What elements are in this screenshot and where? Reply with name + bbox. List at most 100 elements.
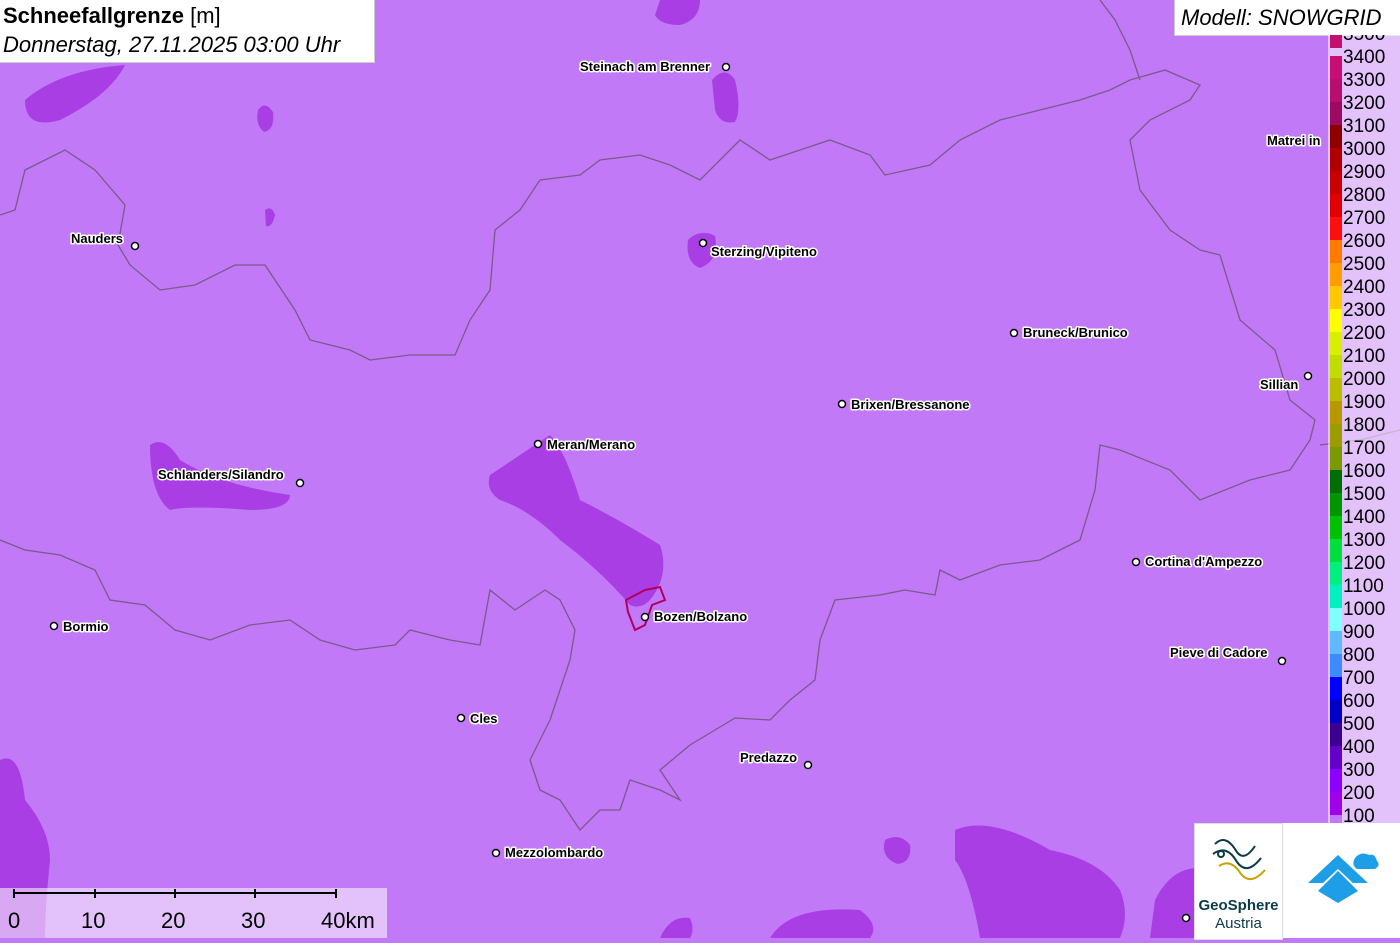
city-bruneck[interactable]: Bruneck/Brunico: [1009, 324, 1129, 342]
legend-swatch-2900: [1330, 171, 1342, 194]
city-bozen[interactable]: Bozen/Bolzano: [640, 608, 749, 626]
model-label: Modell: SNOWGRID: [1181, 5, 1382, 30]
svg-text:Brixen/Bressanone: Brixen/Bressanone: [851, 397, 970, 412]
legend-swatch-1600: [1330, 470, 1342, 493]
city-mezzolombardo[interactable]: Mezzolombardo: [491, 844, 605, 862]
legend-swatch-3400: [1330, 56, 1342, 79]
legend-label-2100: 2100: [1343, 346, 1386, 367]
legend-swatch-1300: [1330, 539, 1342, 562]
legend-label-2500: 2500: [1343, 254, 1386, 275]
legend-label-3200: 3200: [1343, 93, 1386, 114]
city-unnamed-marker: [1181, 913, 1191, 923]
legend-swatch-2800: [1330, 194, 1342, 217]
legend-label-3300: 3300: [1343, 70, 1386, 91]
svg-text:Mezzolombardo: Mezzolombardo: [505, 845, 603, 860]
scale-label-20: 20: [161, 908, 186, 933]
city-matrei[interactable]: Matrei in: [1266, 132, 1323, 150]
scale-label-30: 30: [241, 908, 266, 933]
legend-label-400: 400: [1343, 737, 1375, 758]
legend-label-2900: 2900: [1343, 162, 1386, 183]
scale-bar: 0 10 20 30 40km: [0, 888, 387, 938]
svg-text:Sillian: Sillian: [1260, 377, 1298, 392]
legend-label-3500: 3500: [1343, 35, 1385, 45]
svg-text:Bruneck/Brunico: Bruneck/Brunico: [1023, 325, 1128, 340]
svg-text:Pieve di Cadore: Pieve di Cadore: [1170, 645, 1268, 660]
geosphere-line2: Austria: [1215, 915, 1262, 932]
legend-label-3000: 3000: [1343, 139, 1386, 160]
city-cortina[interactable]: Cortina d'Ampezzo: [1131, 553, 1264, 571]
legend-label-1500: 1500: [1343, 484, 1386, 505]
title-unit: [m]: [190, 3, 221, 28]
geosphere-line1: GeoSphere: [1198, 897, 1279, 914]
title-bold: Schneefallgrenze: [3, 3, 184, 28]
arrow-cloud-icon: [1308, 853, 1379, 903]
legend-label-1700: 1700: [1343, 438, 1386, 459]
legend-swatch-500: [1330, 723, 1342, 746]
legend-label-2600: 2600: [1343, 231, 1386, 252]
legend-swatch-3500: [1330, 35, 1342, 48]
legend-swatch-800: [1330, 654, 1342, 677]
legend-label-1200: 1200: [1343, 553, 1386, 574]
legend-label-600: 600: [1343, 691, 1375, 712]
map-subtitle: Donnerstag, 27.11.2025 03:00 Uhr: [3, 32, 341, 57]
svg-text:Meran/Merano: Meran/Merano: [547, 437, 635, 452]
scale-label-0: 0: [8, 908, 21, 933]
city-steinach[interactable]: Steinach am Brenner: [579, 58, 731, 76]
legend-swatch-2600: [1330, 240, 1342, 263]
legend-swatch-3200: [1330, 102, 1342, 125]
legend-swatch-1500: [1330, 493, 1342, 516]
legend-swatch-2200: [1330, 332, 1342, 355]
legend-label-900: 900: [1343, 622, 1375, 643]
legend-label-800: 800: [1343, 645, 1375, 666]
legend-swatch-400: [1330, 746, 1342, 769]
legend-label-1900: 1900: [1343, 392, 1386, 413]
snowfall-map[interactable]: Steinach am Brenner Nauders Sterzing/Vip…: [0, 0, 1400, 938]
svg-text:Sterzing/Vipiteno: Sterzing/Vipiteno: [711, 244, 817, 259]
legend-label-2400: 2400: [1343, 277, 1386, 298]
legend-label-2000: 2000: [1343, 369, 1386, 390]
legend-label-300: 300: [1343, 760, 1375, 781]
svg-text:Schlanders/Silandro: Schlanders/Silandro: [158, 467, 284, 482]
city-meran[interactable]: Meran/Merano: [533, 436, 637, 454]
legend-label-2800: 2800: [1343, 185, 1386, 206]
legend-swatch-1700: [1330, 447, 1342, 470]
legend-swatch-1000: [1330, 608, 1342, 631]
geosphere-logo[interactable]: GeoSphere Austria: [1194, 823, 1283, 940]
geosphere-swirl-icon: [1212, 839, 1266, 881]
scale-label-10: 10: [81, 908, 106, 933]
legend-swatch-2300: [1330, 309, 1342, 332]
legend-swatch-3000: [1330, 148, 1342, 171]
legend-label-1000: 1000: [1343, 599, 1386, 620]
legend-swatch-2400: [1330, 286, 1342, 309]
legend-label-1300: 1300: [1343, 530, 1386, 551]
legend-label-2300: 2300: [1343, 300, 1386, 321]
legend-swatch-1100: [1330, 585, 1342, 608]
legend-swatch-1900: [1330, 401, 1342, 424]
color-legend: 3500 340033003200310030002900280027002600…: [1328, 35, 1400, 825]
scale-label-40: 40km: [321, 908, 375, 933]
model-box: Modell: SNOWGRID: [1174, 0, 1400, 36]
svg-text:Cortina d'Ampezzo: Cortina d'Ampezzo: [1145, 554, 1262, 569]
legend-label-1400: 1400: [1343, 507, 1386, 528]
weather-app-logo[interactable]: [1283, 823, 1400, 938]
legend-label-3400: 3400: [1343, 47, 1386, 68]
legend-swatch-600: [1330, 700, 1342, 723]
city-brixen[interactable]: Brixen/Bressanone: [837, 396, 971, 414]
legend-swatch-300: [1330, 769, 1342, 792]
svg-text:Bormio: Bormio: [63, 619, 109, 634]
legend-label-200: 200: [1343, 783, 1375, 804]
legend-label-700: 700: [1343, 668, 1375, 689]
legend-swatch-3300: [1330, 79, 1342, 102]
legend-swatch-900: [1330, 631, 1342, 654]
legend-swatch-1400: [1330, 516, 1342, 539]
map-title: Schneefallgrenze [m]: [3, 3, 221, 29]
legend-swatch-1800: [1330, 424, 1342, 447]
legend-swatch-200: [1330, 792, 1342, 815]
svg-text:Bozen/Bolzano: Bozen/Bolzano: [654, 609, 747, 624]
svg-text:Nauders: Nauders: [71, 231, 123, 246]
legend-label-3100: 3100: [1343, 116, 1386, 137]
legend-label-1800: 1800: [1343, 415, 1386, 436]
legend-swatch-2000: [1330, 378, 1342, 401]
legend-swatch-700: [1330, 677, 1342, 700]
svg-text:Steinach am Brenner: Steinach am Brenner: [580, 59, 710, 74]
